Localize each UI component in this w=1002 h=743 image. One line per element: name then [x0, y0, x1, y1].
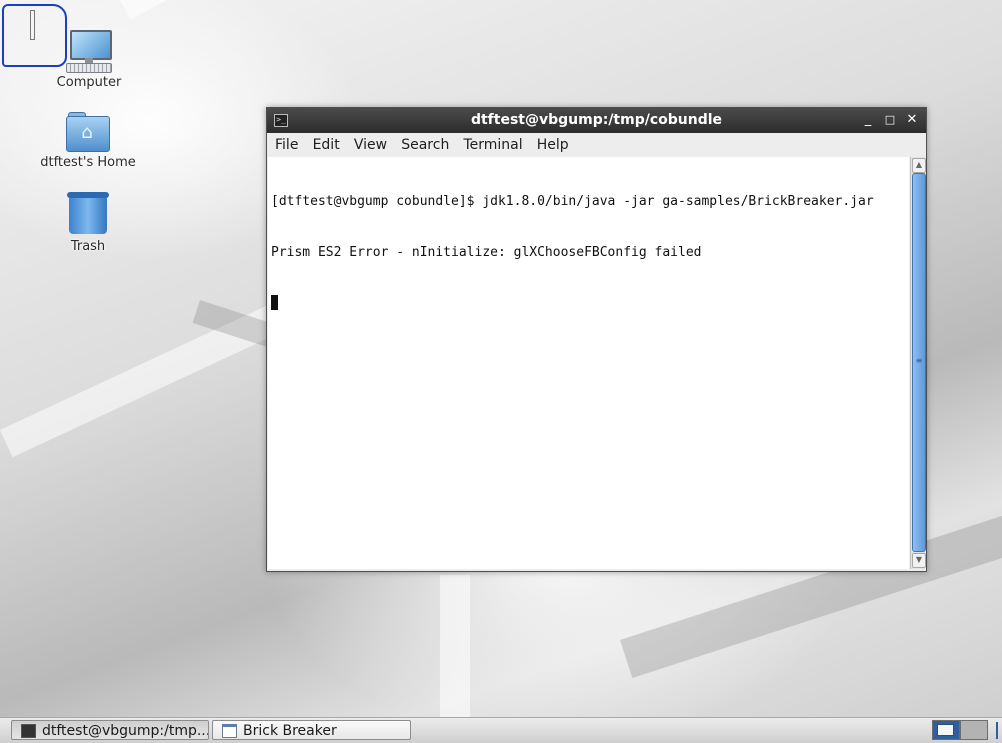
desktop-icon-label: Trash	[70, 239, 106, 254]
desktop-icon-label: dtftest's Home	[40, 155, 136, 170]
desktop-icon-label: Computer	[56, 75, 122, 90]
taskbar-task-terminal[interactable]: dtftest@vbgump:/tmp...	[11, 720, 209, 740]
taskbar-task-label: Brick Breaker	[243, 723, 337, 739]
scroll-down-arrow-icon[interactable]: ▼	[912, 553, 926, 568]
wallpaper-streak	[440, 575, 470, 717]
menu-search[interactable]: Search	[396, 133, 454, 157]
maximize-button[interactable]: □	[881, 111, 899, 129]
taskbar-task-label: dtftest@vbgump:/tmp...	[42, 723, 209, 739]
scroll-up-arrow-icon[interactable]: ▲	[912, 158, 926, 173]
window-title: dtftest@vbgump:/tmp/cobundle	[470, 112, 723, 128]
home-folder-icon: ⌂	[66, 112, 110, 152]
menu-help[interactable]: Help	[532, 133, 574, 157]
desktop[interactable]: Computer ⌂ dtftest's Home Trash >_ dtfte…	[0, 0, 1002, 717]
desktop-icon-trash[interactable]: Trash	[33, 192, 143, 254]
terminal-line: Prism ES2 Error - nInitialize: glXChoose…	[271, 245, 702, 260]
window-icon	[222, 724, 237, 738]
terminal-window[interactable]: >_ dtftest@vbgump:/tmp/cobundle _ □ ✕ Fi…	[266, 107, 927, 572]
menu-edit[interactable]: Edit	[308, 133, 345, 157]
taskbar: dtftest@vbgump:/tmp... Brick Breaker	[0, 717, 1002, 743]
terminal-line: [dtftest@vbgump cobundle]$ jdk1.8.0/bin/…	[271, 194, 874, 209]
close-button[interactable]: ✕	[903, 111, 921, 129]
terminal-prompt-line	[271, 295, 909, 312]
workspace-switcher-1[interactable]	[932, 720, 960, 740]
scrollbar-thumb[interactable]: ≡	[912, 173, 926, 552]
computer-icon	[66, 28, 112, 73]
desktop-icon-home[interactable]: ⌂ dtftest's Home	[33, 112, 143, 170]
desktop-icon-computer[interactable]: Computer	[34, 28, 144, 90]
grip-icon: ≡	[915, 356, 923, 365]
wallpaper-streak	[120, 0, 925, 20]
trash-icon	[67, 192, 109, 236]
menu-file[interactable]: File	[270, 133, 303, 157]
menu-view[interactable]: View	[349, 133, 392, 157]
menu-terminal[interactable]: Terminal	[458, 133, 527, 157]
terminal-icon	[21, 724, 36, 738]
taskbar-edge-indicator	[996, 722, 998, 739]
workspace-switcher-2[interactable]	[960, 720, 988, 740]
vertical-scrollbar[interactable]: ▲ ≡ ▼	[910, 157, 926, 569]
text-cursor	[271, 295, 278, 310]
window-titlebar[interactable]: >_ dtftest@vbgump:/tmp/cobundle _ □ ✕	[267, 108, 926, 133]
terminal-output[interactable]: [dtftest@vbgump cobundle]$ jdk1.8.0/bin/…	[268, 157, 909, 569]
minimize-button[interactable]: _	[859, 111, 877, 129]
menu-bar: File Edit View Search Terminal Help	[267, 133, 926, 157]
taskbar-task-brick-breaker[interactable]: Brick Breaker	[212, 720, 411, 740]
